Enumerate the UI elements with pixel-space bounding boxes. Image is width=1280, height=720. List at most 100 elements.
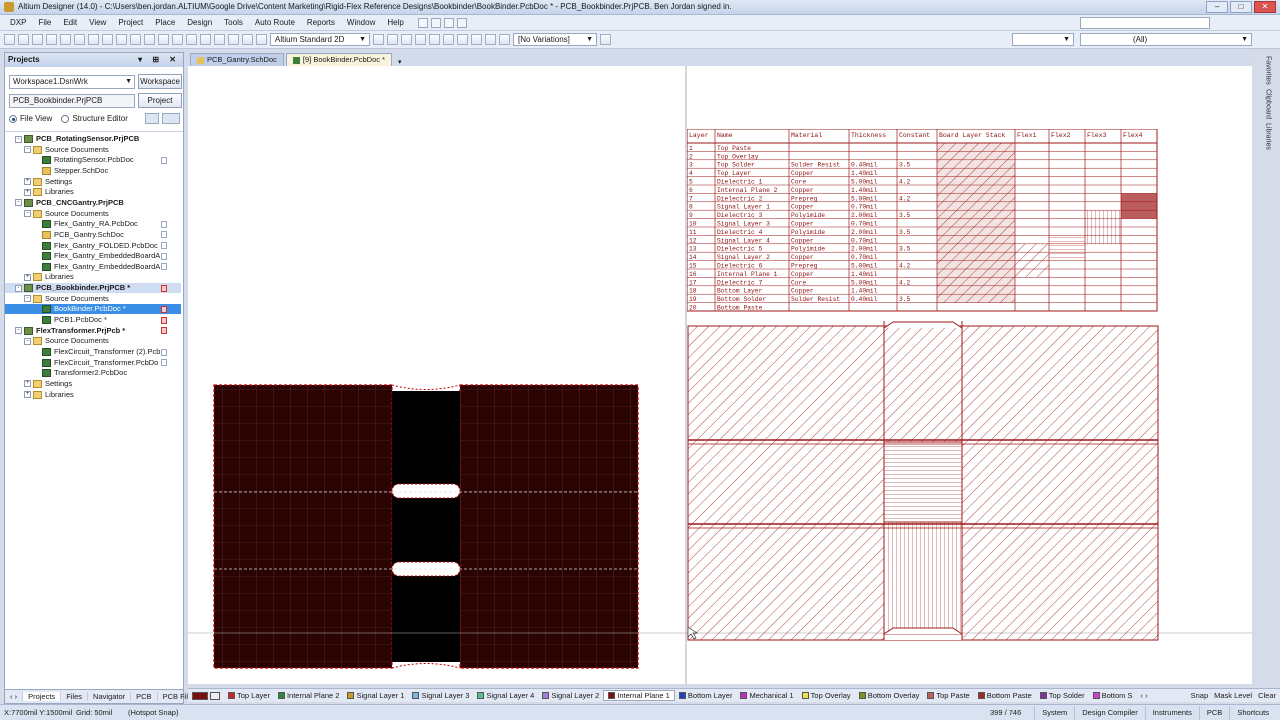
route-tool-icon[interactable] [417,17,428,28]
pcb-panel-button[interactable]: PCB [1198,706,1229,720]
variations-select[interactable]: [No Variations] ▼ [513,33,597,46]
menu-file[interactable]: File [32,18,57,27]
layer-action-clear[interactable]: Clear [1258,691,1276,700]
tree-item[interactable]: + Settings [5,177,181,187]
clipboard-panel-tab[interactable]: Clipboard [1265,89,1272,119]
new-icon[interactable] [4,34,15,45]
layer-tab[interactable]: Internal Plane 2 [274,691,344,700]
tree-item[interactable]: PCB1.PcbDoc * [5,315,181,325]
browse-icon[interactable] [256,34,267,45]
layer-action-mask-level[interactable]: Mask Level [1214,691,1252,700]
tab-pcb[interactable]: PCB [131,692,158,701]
compile-icon[interactable] [144,113,159,124]
workspace-button[interactable]: Workspace [138,74,182,89]
place-pad-icon[interactable] [415,34,426,45]
zoom-area-icon[interactable] [88,34,99,45]
place-polygon-icon[interactable] [471,34,482,45]
redo-icon[interactable] [228,34,239,45]
layer-scroll-icon[interactable]: ‹ › [1136,691,1151,700]
variant-manager-icon[interactable] [600,34,611,45]
tree-item[interactable]: + Libraries [5,187,181,197]
tree-item[interactable]: + Settings [5,379,181,389]
close-button[interactable]: ✕ [1254,1,1276,13]
collapse-icon[interactable]: - [24,210,31,218]
tab-navigator[interactable]: Navigator [88,692,132,701]
menu-edit[interactable]: Edit [57,18,83,27]
tree-item[interactable]: Stepper.SchDoc [5,166,181,176]
open-icon[interactable] [18,34,29,45]
layer-tab[interactable]: Bottom Paste [974,691,1036,700]
collapse-icon[interactable]: - [15,135,22,143]
tree-item[interactable]: + Libraries [5,272,181,282]
favorites-panel-tab[interactable]: Favorites [1265,56,1272,85]
tab-list-chevron-icon[interactable]: ▾ [398,58,402,66]
cut-icon[interactable] [116,34,127,45]
tree-item[interactable]: - Source Documents [5,145,181,155]
paste-icon[interactable] [144,34,155,45]
save-icon[interactable] [32,34,43,45]
zoom-icon[interactable] [60,34,71,45]
search-input[interactable] [1080,17,1210,29]
scroll-left-icon[interactable]: ‹ › [5,692,24,701]
menu-tools[interactable]: Tools [218,18,249,27]
tab-projects[interactable]: Projects [23,692,62,701]
workspace-combo[interactable]: Workspace1.DsnWrk ▼ [9,75,135,89]
system-panel-button[interactable]: System [1034,706,1074,720]
board-outline-left[interactable] [213,384,639,669]
menu-window[interactable]: Window [341,18,381,27]
structure-editor-radio[interactable] [61,114,70,123]
layer-stack-view[interactable] [687,321,1159,641]
move-icon[interactable] [186,34,197,45]
layer-tab[interactable]: Internal Plane 1 [603,690,675,701]
collapse-icon[interactable]: - [24,146,31,154]
tree-item[interactable]: - Source Documents [5,209,181,219]
tree-item[interactable]: RotatingSensor.PcbDoc [5,155,181,165]
layer-tab[interactable]: Top Solder [1036,691,1089,700]
layer-tab[interactable]: Mechanical 1 [736,691,797,700]
file-view-radio[interactable] [9,114,17,123]
project-button[interactable]: Project [138,93,182,108]
menu-view[interactable]: View [83,18,112,27]
expand-icon[interactable]: + [24,391,31,399]
align-tool-icon[interactable] [443,17,454,28]
tree-item[interactable]: Flex_Gantry_EmbeddedBoardA [5,251,181,261]
doc-tab-pcb-gantry[interactable]: PCB_Gantry.SchDoc [190,53,284,66]
layer-tab[interactable]: Bottom Layer [675,691,737,700]
tree-item[interactable]: - Source Documents [5,294,181,304]
tree-item[interactable]: FlexCircuit_Transformer (2).Pcb [5,347,181,357]
differential-route-icon[interactable] [387,34,398,45]
doc-tab-bookbinder[interactable]: [9] BookBinder.PcbDoc * [285,53,393,66]
expand-icon[interactable]: + [24,178,31,186]
menu-place[interactable]: Place [149,18,181,27]
menu-auto-route[interactable]: Auto Route [249,18,301,27]
layer-tab[interactable]: Signal Layer 3 [408,691,473,700]
zoom-fit-icon[interactable] [74,34,85,45]
grid-tool-icon[interactable] [456,17,467,28]
panel-controls[interactable]: ▾ ⊞ ✕ [138,53,180,67]
copy-icon[interactable] [130,34,141,45]
length-tune-icon[interactable] [401,34,412,45]
zoom-selected-icon[interactable] [102,34,113,45]
layer-action-snap[interactable]: Snap [1191,691,1209,700]
tree-item[interactable]: - Source Documents [5,336,181,346]
rubber-stamp-icon[interactable] [158,34,169,45]
place-string-icon[interactable] [485,34,496,45]
menu-help[interactable]: Help [381,18,409,27]
tree-item[interactable]: Flex_Gantry_RA.PcbDoc [5,219,181,229]
tree-item[interactable]: PCB_Gantry.SchDoc [5,230,181,240]
layer-stack-table[interactable]: Layer Name Material Thickness Constant Board … [687,129,1167,329]
filter-combo[interactable]: ▼ [1012,33,1074,46]
instruments-panel-button[interactable]: Instruments [1144,706,1199,720]
layer-tab[interactable]: Top Overlay [798,691,855,700]
tree-item[interactable]: - PCB_CNCGantry.PrjPCB [5,198,181,208]
tree-item[interactable]: Flex_Gantry_EmbeddedBoardA [5,262,181,272]
interactive-route-icon[interactable] [373,34,384,45]
layer-tab[interactable]: Top Paste [923,691,973,700]
undo-icon[interactable] [214,34,225,45]
minimize-button[interactable]: – [1206,1,1228,13]
collapse-icon[interactable]: - [15,327,22,335]
layer-tab[interactable]: Bottom S [1089,691,1137,700]
tree-item[interactable]: - FlexTransformer.PrjPcb * [5,326,181,336]
design-compiler-panel-button[interactable]: Design Compiler [1074,706,1144,720]
layer-tab[interactable]: Bottom Overlay [855,691,924,700]
